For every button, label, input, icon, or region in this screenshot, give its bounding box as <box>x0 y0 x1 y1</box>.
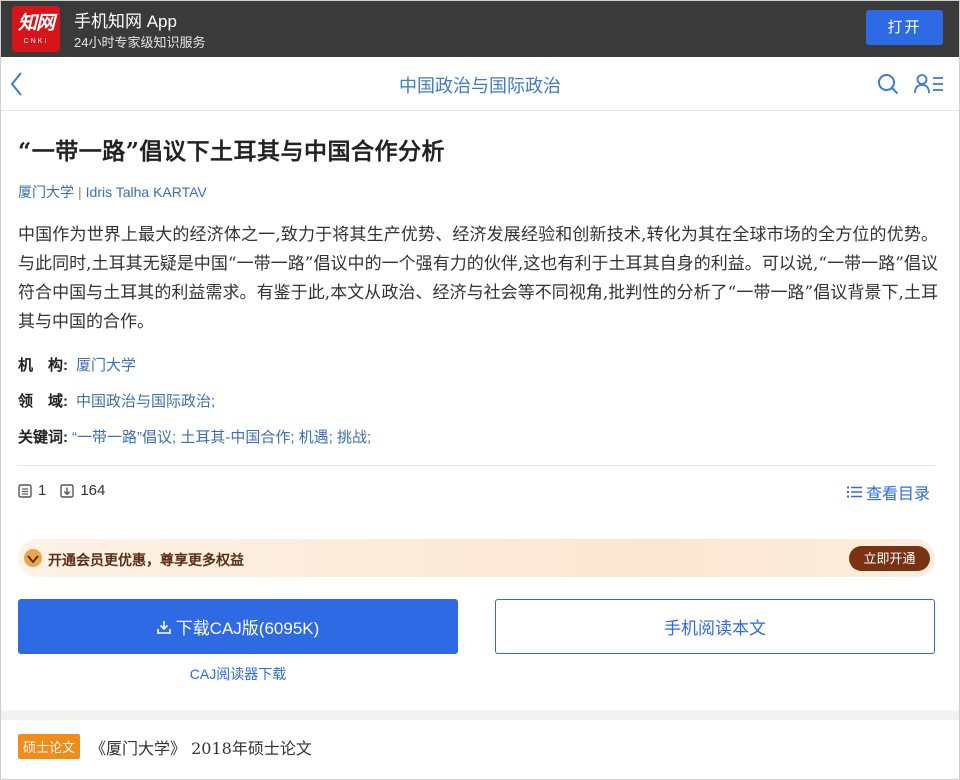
article-stats: 1 164 <box>18 482 119 499</box>
author-line: 厦门大学 | Idris Talha KARTAV <box>18 182 207 202</box>
list-icon <box>847 486 862 498</box>
publication-source-row: 硕士论文 《厦门大学》 2018年硕士论文 <box>18 734 312 759</box>
logo-subtext: CNKI <box>23 38 49 45</box>
article-title: “一带一路”倡议下土耳其与中国合作分析 <box>18 138 445 165</box>
keywords-label: 关键词: <box>18 429 68 446</box>
section-divider <box>18 465 935 466</box>
user-menu-icon[interactable] <box>914 73 944 95</box>
app-download-banner: 知网 CNKI 手机知网 App 24小时专家级知识服务 打开 <box>1 1 959 57</box>
publication-source[interactable]: 《厦门大学》 2018年硕士论文 <box>90 735 312 759</box>
table-of-contents-link[interactable]: 查看目录 <box>847 480 930 504</box>
download-icon <box>156 620 171 634</box>
page-category-title: 中国政治与国际政治 <box>399 76 561 96</box>
caj-reader-download-link[interactable]: CAJ阅读器下载 <box>18 664 458 684</box>
toc-label: 查看目录 <box>866 486 931 503</box>
author-link[interactable]: Idris Talha KARTAV <box>86 184 207 200</box>
download-count: 164 <box>80 482 106 499</box>
vip-promo-bar[interactable]: 开通会员更优惠，尊享更多权益 立即开通 <box>18 539 935 577</box>
page-count-icon <box>18 483 32 498</box>
institution-row: 机 构: 厦门大学 <box>18 354 136 375</box>
page-count: 1 <box>38 482 47 499</box>
app-name: 手机知网 App <box>74 12 177 31</box>
institution-value-link[interactable]: 厦门大学 <box>76 357 136 374</box>
vip-promo-text: 开通会员更优惠，尊享更多权益 <box>48 552 244 568</box>
cnki-app-logo: 知网 CNKI <box>12 6 60 52</box>
logo-text: 知网 <box>17 12 55 34</box>
abstract-text: 中国作为世界上最大的经济体之一,致力于将其生产优势、经济发展经验和创新技术,转化… <box>18 225 938 332</box>
download-caj-button[interactable]: 下载CAJ版(6095K) <box>18 599 458 654</box>
app-subtitle: 24小时专家级知识服务 <box>74 35 206 50</box>
search-icon[interactable] <box>877 73 899 95</box>
author-separator: | <box>78 184 82 200</box>
open-app-button[interactable]: 打开 <box>866 10 943 45</box>
download-count-icon <box>60 483 75 498</box>
top-navigation-bar: 中国政治与国际政治 <box>1 57 959 111</box>
keywords-value-links[interactable]: “一带一路”倡议; 土耳其-中国合作; 机遇; 挑战; <box>72 429 371 446</box>
keywords-row: 关键词: “一带一路”倡议; 土耳其-中国合作; 机遇; 挑战; <box>18 426 371 447</box>
thesis-type-badge: 硕士论文 <box>18 734 81 759</box>
institution-label: 机 构: <box>18 357 68 374</box>
download-label: 下载CAJ版(6095K) <box>175 619 320 638</box>
section-separator <box>1 710 959 720</box>
field-label: 领 域: <box>18 393 68 410</box>
vip-open-button[interactable]: 立即开通 <box>849 546 930 571</box>
mobile-read-button[interactable]: 手机阅读本文 <box>495 599 935 654</box>
field-value-link[interactable]: 中国政治与国际政治; <box>76 393 215 410</box>
field-row: 领 域: 中国政治与国际政治; <box>18 390 215 411</box>
institution-link[interactable]: 厦门大学 <box>18 184 74 200</box>
vip-crown-icon <box>24 549 42 567</box>
